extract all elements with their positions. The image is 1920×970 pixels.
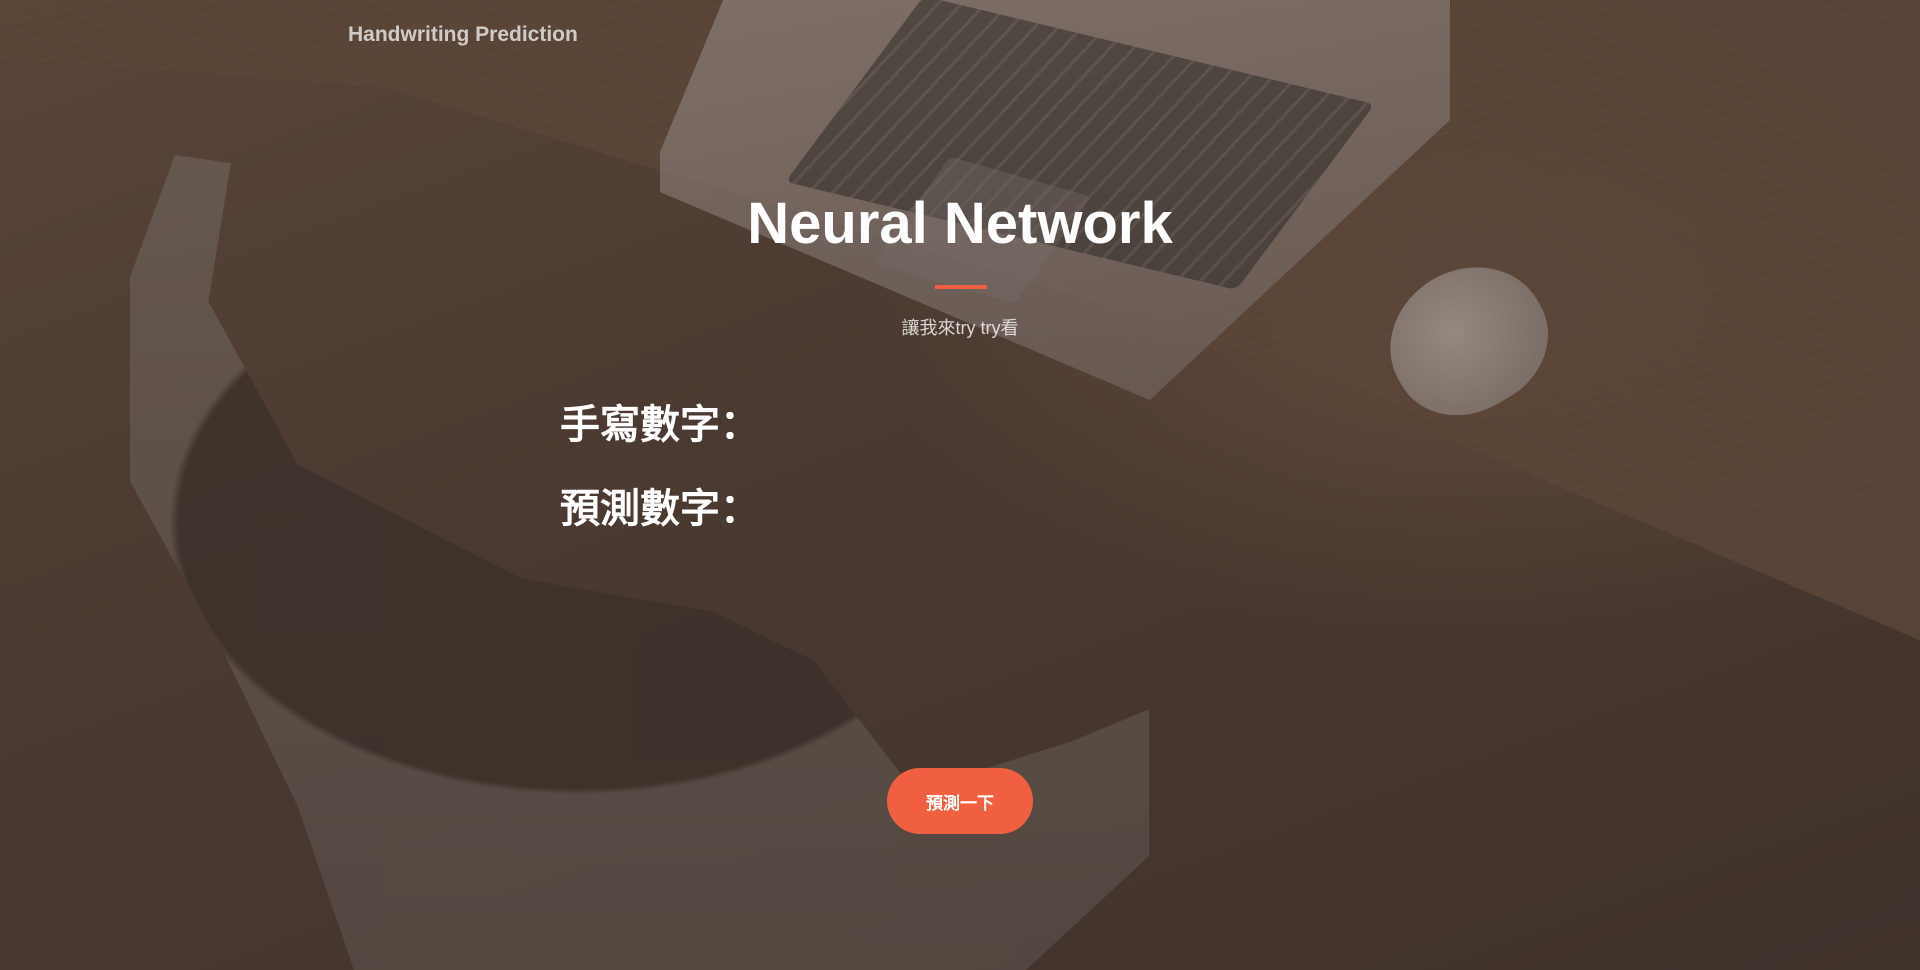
- page: Handwriting Prediction Neural Network 讓我…: [0, 0, 1920, 970]
- page-subtitle: 讓我來try try看: [901, 318, 1019, 338]
- handwritten-digit-label: 手寫數字：: [560, 402, 760, 448]
- title-divider: [935, 285, 987, 289]
- brand-link[interactable]: Handwriting Prediction: [348, 23, 578, 47]
- predict-button[interactable]: 預測一下: [887, 768, 1033, 834]
- predicted-digit-label: 預測數字：: [560, 486, 760, 532]
- page-title: Neural Network: [747, 191, 1173, 256]
